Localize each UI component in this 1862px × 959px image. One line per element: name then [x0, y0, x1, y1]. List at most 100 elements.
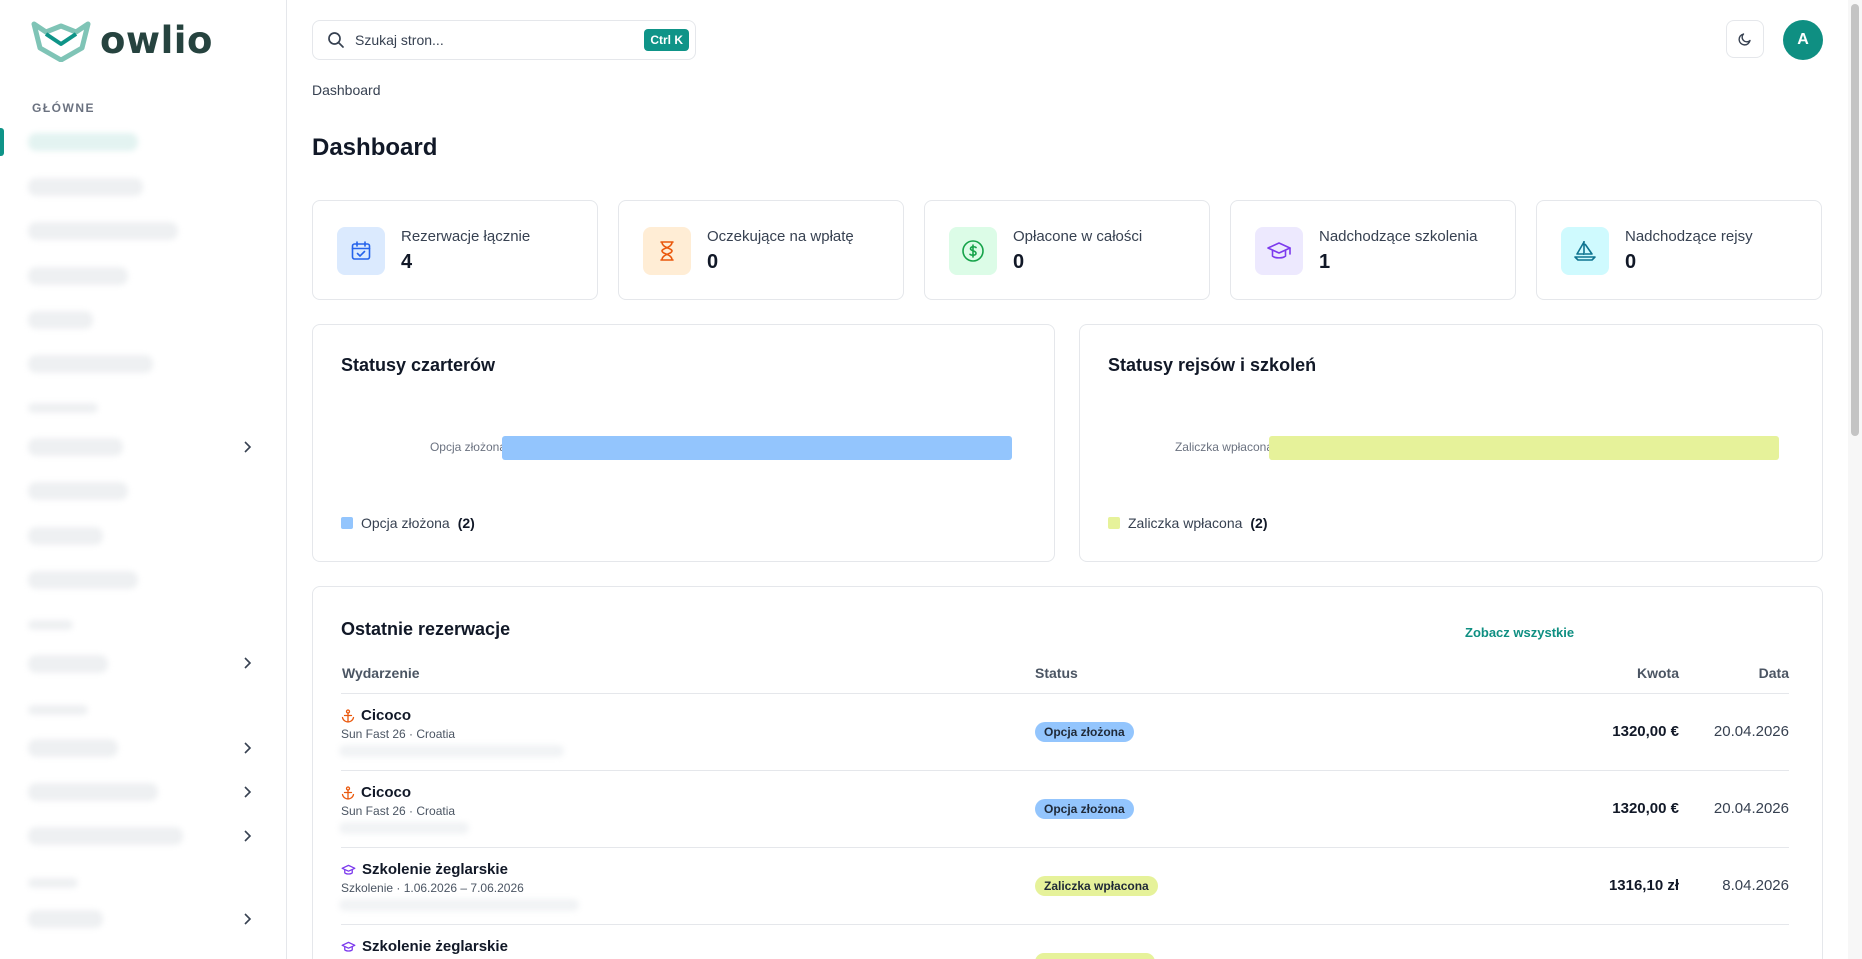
- sidebar-item-dashboard[interactable]: [28, 133, 138, 151]
- logo[interactable]: owlio: [30, 18, 213, 62]
- stat-label: Opłacone w całości: [1013, 228, 1143, 245]
- stat-label: Nadchodzące szkolenia: [1319, 228, 1478, 245]
- sidebar-item[interactable]: [28, 482, 128, 500]
- row-date: 20.04.2026: [1713, 800, 1789, 817]
- stat-icon-box: [949, 227, 997, 275]
- chevron-right-icon[interactable]: [240, 656, 254, 670]
- sidebar-item[interactable]: [28, 438, 123, 456]
- stat-value: 0: [707, 251, 719, 273]
- row-divider: [341, 847, 1789, 848]
- stat-value: 4: [401, 251, 413, 273]
- row-divider: [341, 924, 1789, 925]
- recent-reservations-title: Ostatnie rezerwacje: [341, 619, 511, 639]
- row-subtitle: Szkolenie · 1.06.2026 – 7.06.2026: [341, 881, 524, 895]
- chart-bar-opcja-zlozona[interactable]: [502, 436, 1012, 460]
- legend-count: (2): [457, 515, 475, 531]
- header-divider: [341, 693, 1789, 694]
- chevron-right-icon[interactable]: [240, 912, 254, 926]
- legend-count: (2): [1250, 515, 1268, 531]
- stat-card-upcoming-cruises[interactable]: Nadchodzące rejsy 0: [1536, 200, 1822, 300]
- chart-category-label: Zaliczka wpłacona: [1174, 440, 1273, 454]
- row-title: Szkolenie żeglarskie: [362, 938, 508, 955]
- sidebar-section-label: [28, 403, 98, 413]
- sidebar-item[interactable]: [28, 739, 118, 757]
- stat-card-reservations-total[interactable]: Rezerwacje łącznie 4: [312, 200, 598, 300]
- sidebar-section-label: [28, 620, 73, 630]
- stat-icon-box: [643, 227, 691, 275]
- sidebar-item[interactable]: [28, 571, 138, 589]
- page-title: Dashboard: [312, 134, 438, 161]
- chevron-right-icon[interactable]: [240, 440, 254, 454]
- anchor-icon: [341, 708, 355, 723]
- stat-label: Nadchodzące rejsy: [1625, 228, 1753, 245]
- sidebar-item[interactable]: [28, 910, 103, 928]
- row-divider: [341, 770, 1789, 771]
- cruise-status-chart-card: Statusy rejsów i szkoleń Zaliczka wpłaco…: [1079, 324, 1823, 562]
- moon-icon: [1738, 33, 1751, 46]
- status-badge: Opcja złożona: [1035, 722, 1134, 742]
- row-subtitle: Sun Fast 26 · Croatia: [341, 727, 456, 741]
- stat-card-upcoming-trainings[interactable]: Nadchodzące szkolenia 1: [1230, 200, 1516, 300]
- sidebar-item[interactable]: [28, 827, 183, 845]
- row-subtitle: Sun Fast 26 · Croatia: [341, 804, 456, 818]
- chevron-right-icon[interactable]: [240, 829, 254, 843]
- anchor-icon: [341, 785, 355, 800]
- status-badge: Zaliczka wpłacona: [1035, 876, 1158, 896]
- stat-card-fully-paid[interactable]: Opłacone w całości 0: [924, 200, 1210, 300]
- row-title-wrap: Szkolenie żeglarskie: [341, 861, 508, 878]
- column-header-status[interactable]: Status: [1035, 665, 1078, 681]
- sidebar-item[interactable]: [28, 527, 103, 545]
- sidebar: owlio GŁÓWNE: [0, 0, 287, 959]
- legend-label: Opcja złożona: [361, 515, 450, 531]
- row-title: Szkolenie żeglarskie: [362, 861, 508, 878]
- sidebar-item[interactable]: [28, 655, 108, 673]
- sailboat-icon: [1574, 241, 1596, 261]
- owl-logo-icon: [31, 21, 91, 62]
- stat-value: 1: [1319, 251, 1331, 273]
- dollar-circle-icon: [962, 240, 984, 262]
- legend-label: Zaliczka wpłacona: [1128, 515, 1243, 531]
- row-date: 8.04.2026: [1722, 877, 1789, 894]
- scrollbar-thumb[interactable]: [1851, 4, 1859, 436]
- sidebar-item[interactable]: [28, 311, 93, 329]
- search-shortcut-badge: Ctrl K: [644, 29, 689, 51]
- chevron-right-icon[interactable]: [240, 741, 254, 755]
- stat-card-awaiting-payment[interactable]: Oczekujące na wpłatę 0: [618, 200, 904, 300]
- search-input[interactable]: Szukaj stron...: [355, 32, 644, 48]
- stat-icon-box: [1561, 227, 1609, 275]
- page-scrollbar[interactable]: [1848, 0, 1862, 959]
- sidebar-item[interactable]: [28, 267, 128, 285]
- redacted-detail: [339, 745, 564, 757]
- sidebar-item[interactable]: [28, 783, 158, 801]
- status-badge: [1035, 953, 1155, 959]
- sidebar-item[interactable]: [28, 222, 178, 240]
- chevron-right-icon[interactable]: [240, 785, 254, 799]
- chart-legend: Opcja złożona (2): [341, 515, 475, 531]
- legend-swatch: [341, 517, 353, 529]
- status-badge: Opcja złożona: [1035, 799, 1134, 819]
- user-avatar[interactable]: A: [1783, 20, 1823, 60]
- row-title: Cicoco: [361, 784, 412, 801]
- charter-status-chart-card: Statusy czarterów Opcja złożona Opcja zł…: [312, 324, 1055, 562]
- column-header-event[interactable]: Wydarzenie: [342, 665, 420, 681]
- row-date: 20.04.2026: [1713, 723, 1789, 740]
- stat-value: 0: [1625, 251, 1637, 273]
- sidebar-section-label: [28, 705, 88, 715]
- chart-bar-zaliczka-wplacona[interactable]: [1269, 436, 1779, 460]
- redacted-detail: [339, 822, 469, 834]
- sidebar-item[interactable]: [28, 355, 153, 373]
- see-all-link[interactable]: Zobacz wszystkie: [1465, 625, 1574, 640]
- row-title-wrap: Cicoco: [341, 784, 411, 801]
- graduation-cap-icon: [341, 864, 356, 875]
- calendar-check-icon: [351, 241, 371, 260]
- chart-legend: Zaliczka wpłacona (2): [1108, 515, 1268, 531]
- column-header-date[interactable]: Data: [1649, 665, 1789, 681]
- hourglass-icon: [660, 241, 674, 261]
- sidebar-item[interactable]: [28, 178, 143, 196]
- graduation-cap-icon: [1267, 242, 1291, 259]
- theme-toggle-button[interactable]: [1726, 20, 1764, 58]
- search-box[interactable]: Szukaj stron... Ctrl K: [312, 20, 696, 60]
- recent-reservations-card: Ostatnie rezerwacje Zobacz wszystkie Wyd…: [312, 586, 1823, 959]
- graduation-cap-icon: [341, 941, 356, 952]
- breadcrumb[interactable]: Dashboard: [312, 82, 381, 98]
